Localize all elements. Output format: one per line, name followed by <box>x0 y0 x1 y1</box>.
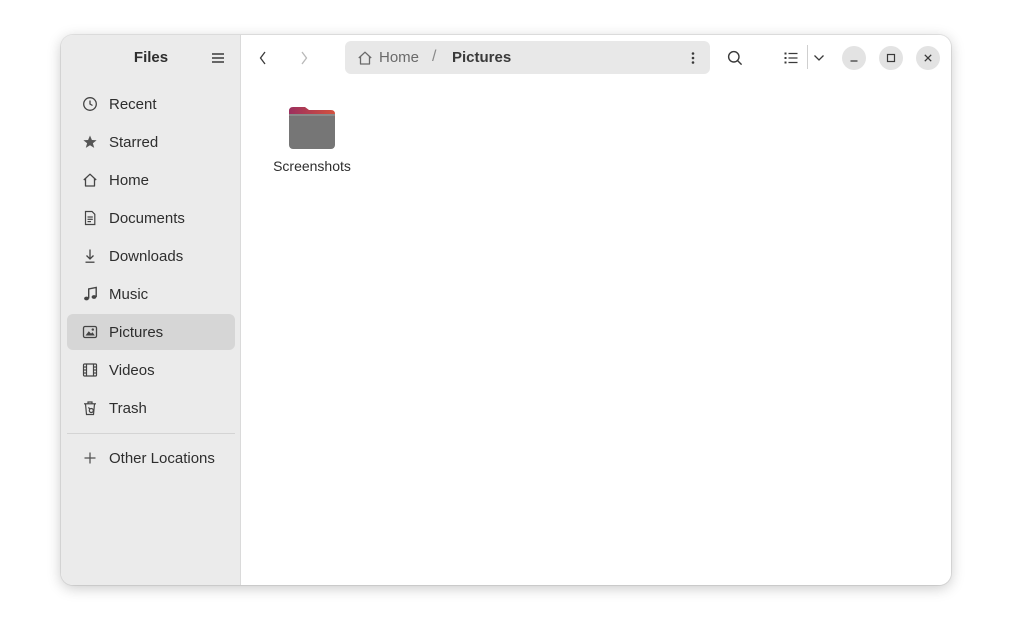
sidebar-header: Files <box>61 35 241 81</box>
sidebar-item-label: Pictures <box>109 323 164 341</box>
breadcrumb-home[interactable]: Home <box>357 41 419 74</box>
sidebar-item-home[interactable]: Home <box>67 162 235 198</box>
maximize-button[interactable] <box>879 46 903 70</box>
chevron-left-icon <box>259 51 266 65</box>
back-button[interactable] <box>255 46 271 70</box>
maximize-icon <box>886 53 896 63</box>
sidebar-item-label: Recent <box>109 95 157 113</box>
sidebar-item-pictures[interactable]: Pictures <box>67 314 235 350</box>
breadcrumb-current[interactable]: Pictures <box>452 49 511 66</box>
sidebar-nav: Recent Starred Home Documents Downloads … <box>67 86 235 478</box>
search-button[interactable] <box>723 46 747 70</box>
forward-button[interactable] <box>296 46 312 70</box>
sidebar: Files Recent Starred Home Documents Down… <box>61 35 241 585</box>
trash-icon <box>81 399 99 417</box>
path-menu-button[interactable] <box>686 49 700 67</box>
sidebar-item-trash[interactable]: Trash <box>67 390 235 426</box>
close-button[interactable] <box>916 46 940 70</box>
sidebar-item-label: Documents <box>109 209 185 227</box>
file-name: Screenshots <box>273 158 351 174</box>
sidebar-item-documents[interactable]: Documents <box>67 200 235 236</box>
home-icon <box>81 171 99 189</box>
view-separator <box>807 45 808 69</box>
search-icon <box>727 50 743 66</box>
star-icon <box>81 133 99 151</box>
music-icon <box>81 285 99 303</box>
sidebar-item-other-locations[interactable]: Other Locations <box>67 440 235 476</box>
list-view-icon <box>784 52 798 64</box>
hamburger-menu-icon[interactable] <box>207 49 229 67</box>
list-view-button[interactable] <box>781 46 801 70</box>
folder-icon <box>289 107 335 149</box>
film-icon <box>81 361 99 379</box>
chevron-down-icon <box>814 55 824 61</box>
minimize-icon <box>850 60 858 62</box>
kebab-menu-icon <box>691 52 695 64</box>
breadcrumb-separator: / <box>432 48 437 65</box>
sidebar-item-label: Other Locations <box>109 449 215 467</box>
sidebar-item-label: Home <box>109 171 150 189</box>
image-icon <box>81 323 99 341</box>
files-window: Files Recent Starred Home Documents Down… <box>61 35 951 585</box>
clock-icon <box>81 95 99 113</box>
sidebar-item-downloads[interactable]: Downloads <box>67 238 235 274</box>
sidebar-item-videos[interactable]: Videos <box>67 352 235 388</box>
main-content: Home / Pictures Screenshots <box>241 35 951 585</box>
minimize-button[interactable] <box>842 46 866 70</box>
sidebar-divider <box>67 433 235 434</box>
home-icon <box>358 51 372 65</box>
breadcrumb-home-label: Home <box>379 49 420 66</box>
sidebar-item-starred[interactable]: Starred <box>67 124 235 160</box>
view-options-button[interactable] <box>811 46 827 70</box>
sidebar-item-music[interactable]: Music <box>67 276 235 312</box>
sidebar-item-label: Starred <box>109 133 159 151</box>
sidebar-item-label: Downloads <box>109 247 184 265</box>
download-icon <box>81 247 99 265</box>
sidebar-item-recent[interactable]: Recent <box>67 86 235 122</box>
sidebar-item-label: Trash <box>109 399 147 417</box>
chevron-right-icon <box>301 51 308 65</box>
file-item-folder[interactable]: Screenshots <box>267 105 357 174</box>
sidebar-item-label: Videos <box>109 361 155 379</box>
close-icon <box>924 54 932 62</box>
plus-icon <box>81 449 99 467</box>
path-bar: Home / Pictures <box>345 41 710 74</box>
document-icon <box>81 209 99 227</box>
sidebar-item-label: Music <box>109 285 149 303</box>
